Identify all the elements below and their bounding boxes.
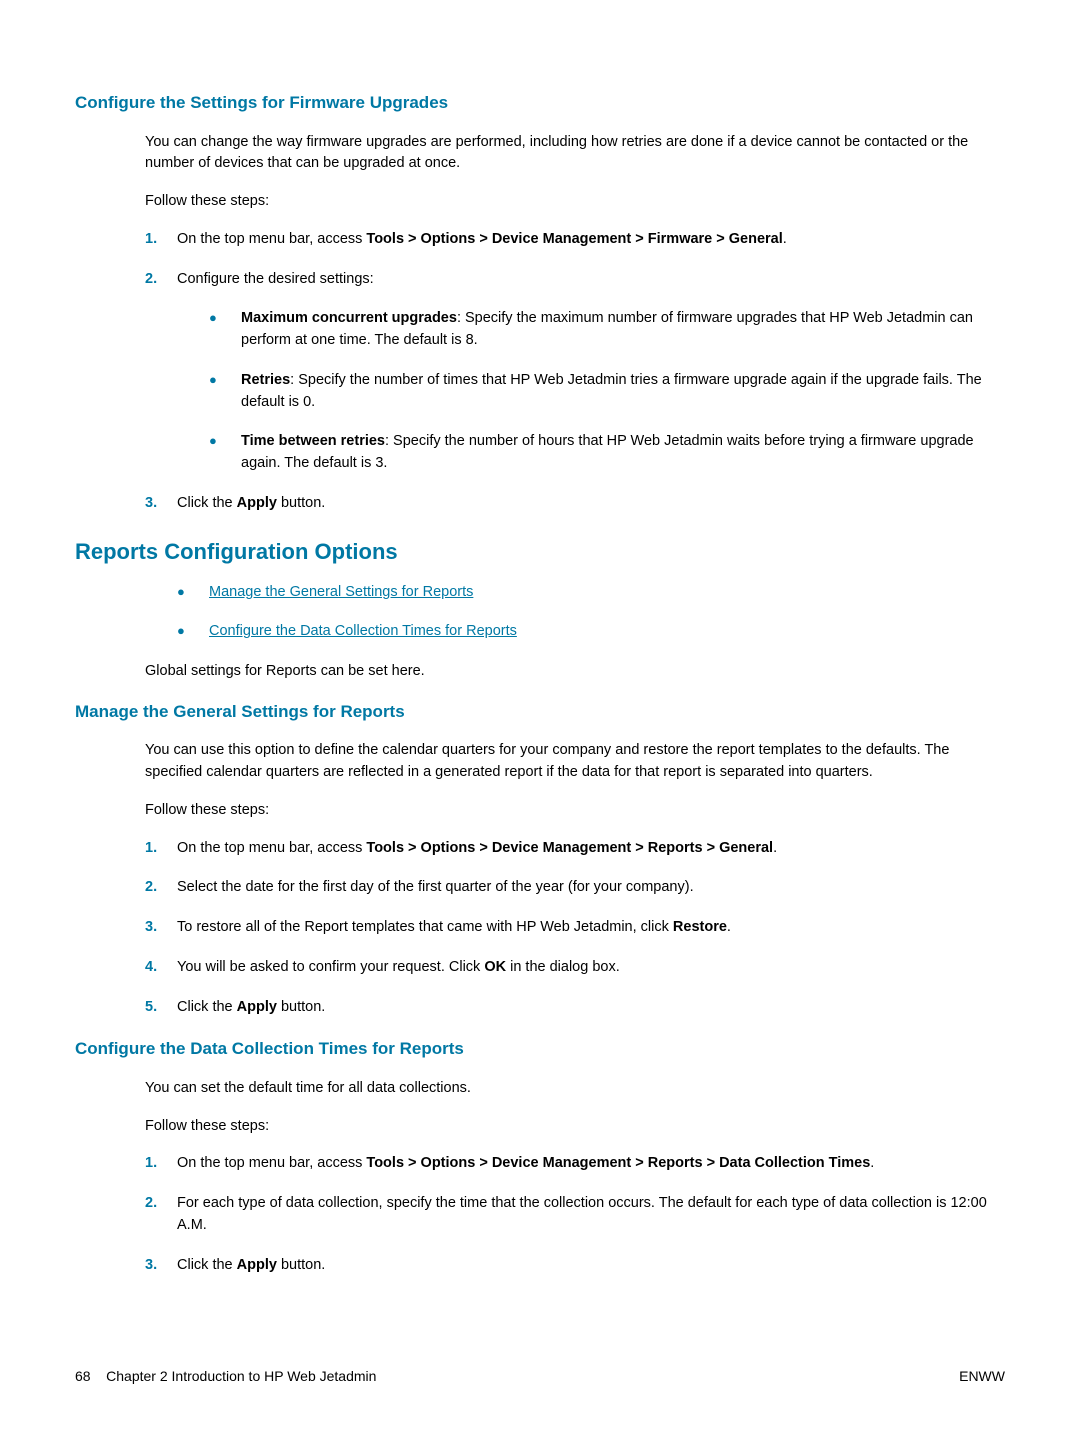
follow-steps-text: Follow these steps:	[145, 191, 1005, 213]
step-item: 1. On the top menu bar, access Tools > O…	[145, 1153, 1005, 1175]
bullet-item: ● Retries: Specify the number of times t…	[209, 370, 1005, 414]
heading-firmware-upgrades: Configure the Settings for Firmware Upgr…	[75, 90, 1005, 116]
heading-manage-general: Manage the General Settings for Reports	[75, 699, 1005, 725]
step-item: 3. Click the Apply button.	[145, 1255, 1005, 1277]
step-number: 5.	[145, 997, 177, 1019]
step-number: 3.	[145, 1255, 177, 1277]
bullet-content: Maximum concurrent upgrades: Specify the…	[241, 308, 1005, 352]
step-item: 1. On the top menu bar, access Tools > O…	[145, 838, 1005, 860]
step-item: 2. Select the date for the first day of …	[145, 877, 1005, 899]
step-item: 3. Click the Apply button.	[145, 493, 1005, 515]
page-footer: 68 Chapter 2 Introduction to HP Web Jeta…	[75, 1366, 1005, 1387]
step-number: 4.	[145, 957, 177, 979]
footer-left: 68 Chapter 2 Introduction to HP Web Jeta…	[75, 1366, 376, 1387]
bullet-icon: ●	[177, 621, 209, 643]
step-number: 3.	[145, 917, 177, 939]
link-manage-general[interactable]: Manage the General Settings for Reports	[209, 584, 473, 600]
intro-text: You can change the way firmware upgrades…	[145, 132, 1005, 176]
step-number: 2.	[145, 877, 177, 899]
bullet-icon: ●	[177, 582, 209, 604]
step-item: 1. On the top menu bar, access Tools > O…	[145, 229, 1005, 251]
step-number: 1.	[145, 838, 177, 860]
step-content: On the top menu bar, access Tools > Opti…	[177, 838, 1005, 860]
step-number: 1.	[145, 1153, 177, 1175]
step-content: Configure the desired settings:	[177, 269, 1005, 291]
heading-data-collection: Configure the Data Collection Times for …	[75, 1036, 1005, 1062]
step-item: 2. Configure the desired settings:	[145, 269, 1005, 291]
bullet-icon: ●	[209, 308, 241, 352]
bullet-item: ● Maximum concurrent upgrades: Specify t…	[209, 308, 1005, 352]
bullet-icon: ●	[209, 370, 241, 414]
global-settings-text: Global settings for Reports can be set h…	[145, 661, 1005, 683]
step-item: 2. For each type of data collection, spe…	[145, 1193, 1005, 1237]
follow-steps-text: Follow these steps:	[145, 800, 1005, 822]
link-item: ● Manage the General Settings for Report…	[177, 582, 1005, 604]
step-content: Click the Apply button.	[177, 997, 1005, 1019]
step-content: On the top menu bar, access Tools > Opti…	[177, 229, 1005, 251]
heading-reports-config: Reports Configuration Options	[75, 535, 1005, 568]
intro-text: You can use this option to define the ca…	[145, 740, 1005, 784]
bullet-content: Time between retries: Specify the number…	[241, 431, 1005, 475]
step-content: On the top menu bar, access Tools > Opti…	[177, 1153, 1005, 1175]
step-content: Click the Apply button.	[177, 493, 1005, 515]
step-content: Click the Apply button.	[177, 1255, 1005, 1277]
step-content: For each type of data collection, specif…	[177, 1193, 1005, 1237]
link-item: ● Configure the Data Collection Times fo…	[177, 621, 1005, 643]
step-number: 3.	[145, 493, 177, 515]
bullet-icon: ●	[209, 431, 241, 475]
step-item: 3. To restore all of the Report template…	[145, 917, 1005, 939]
follow-steps-text: Follow these steps:	[145, 1116, 1005, 1138]
step-number: 1.	[145, 229, 177, 251]
link-configure-data-collection[interactable]: Configure the Data Collection Times for …	[209, 623, 517, 639]
footer-right: ENWW	[959, 1366, 1005, 1387]
step-content: To restore all of the Report templates t…	[177, 917, 1005, 939]
step-content: You will be asked to confirm your reques…	[177, 957, 1005, 979]
bullet-item: ● Time between retries: Specify the numb…	[209, 431, 1005, 475]
step-number: 2.	[145, 1193, 177, 1237]
step-number: 2.	[145, 269, 177, 291]
intro-text: You can set the default time for all dat…	[145, 1078, 1005, 1100]
bullet-content: Retries: Specify the number of times tha…	[241, 370, 1005, 414]
step-content: Select the date for the first day of the…	[177, 877, 1005, 899]
step-item: 5. Click the Apply button.	[145, 997, 1005, 1019]
step-item: 4. You will be asked to confirm your req…	[145, 957, 1005, 979]
